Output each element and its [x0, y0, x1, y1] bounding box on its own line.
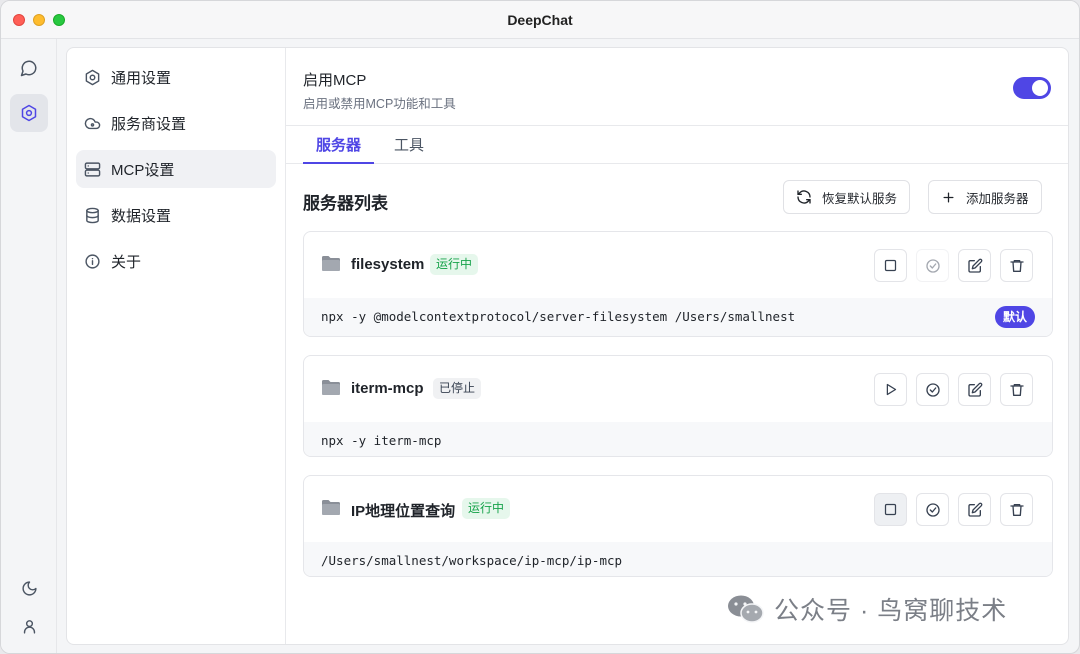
server-list-title: 服务器列表: [303, 194, 388, 213]
server-card-header: filesystem 运行中: [304, 232, 1052, 298]
check-circle-icon: [925, 502, 940, 517]
add-server-label: 添加服务器: [966, 191, 1029, 206]
server-name: iterm-mcp: [351, 380, 424, 397]
sidebar-item-label: 服务商设置: [111, 115, 187, 133]
sidebar-item-about[interactable]: 关于: [76, 242, 276, 280]
server-command-text: /Users/smallnest/workspace/ip-mcp/ip-mcp: [321, 553, 623, 568]
mcp-enable-description: 启用或禁用MCP功能和工具: [303, 97, 456, 111]
folder-icon: [322, 380, 340, 395]
stop-server-button[interactable]: [874, 249, 907, 282]
add-server-button[interactable]: 添加服务器: [928, 180, 1042, 214]
sidebar-item-mcp[interactable]: MCP设置: [76, 150, 276, 188]
tab-servers[interactable]: 服务器: [303, 134, 375, 164]
trash-icon: [1009, 383, 1024, 396]
delete-server-button[interactable]: [1000, 493, 1033, 526]
square-icon: [884, 503, 897, 516]
chat-nav-button[interactable]: [10, 49, 48, 87]
square-icon: [884, 259, 897, 272]
server-command-text: npx -y iterm-mcp: [321, 433, 442, 448]
start-server-button[interactable]: [874, 373, 907, 406]
check-circle-icon: [925, 382, 940, 397]
status-badge: 运行中: [430, 254, 479, 275]
settings-panel: 通用设置 服务商设置 MCP设置 数据设置 关于 启用MCP 启用或禁用MCP功…: [66, 47, 1069, 645]
sidebar-item-data[interactable]: 数据设置: [76, 196, 276, 234]
set-default-button[interactable]: [916, 493, 949, 526]
gear-icon: [85, 69, 100, 85]
watermark: 公众号 · 鸟窝聊技术: [726, 591, 1007, 627]
mcp-enable-toggle[interactable]: [1013, 77, 1051, 99]
mcp-settings-content: 启用MCP 启用或禁用MCP功能和工具 服务器 工具 服务器列表 恢复默认服务 …: [286, 48, 1068, 644]
server-card-iterm-mcp: iterm-mcp 已停止 npx -y iterm-mcp: [303, 355, 1053, 457]
server-card-header: IP地理位置查询 运行中: [304, 476, 1052, 542]
mcp-enable-title: 启用MCP: [303, 72, 367, 89]
mcp-tabs: 服务器 工具: [286, 126, 1068, 164]
sidebar-item-label: MCP设置: [111, 161, 175, 179]
edit-server-button[interactable]: [958, 249, 991, 282]
server-command: npx -y iterm-mcp: [304, 422, 1052, 456]
server-icon: [84, 161, 101, 177]
profile-button[interactable]: [10, 607, 48, 645]
moon-icon: [21, 580, 37, 596]
window-title: DeepChat: [507, 12, 573, 28]
set-default-button[interactable]: [916, 373, 949, 406]
folder-icon: [322, 256, 340, 271]
settings-nav-button[interactable]: [10, 94, 48, 132]
server-card-header: iterm-mcp 已停止: [304, 356, 1052, 422]
play-icon: [886, 383, 897, 396]
stop-server-button[interactable]: [874, 493, 907, 526]
server-card-ip-geolocation: IP地理位置查询 运行中 /Users/smallnest/workspace/…: [303, 475, 1053, 577]
delete-server-button[interactable]: [1000, 373, 1033, 406]
wechat-icon: [728, 595, 764, 623]
cloud-icon: [84, 117, 101, 129]
server-name: filesystem: [351, 256, 425, 273]
app-window: DeepChat 通用设置 服务商设置 MCP设置 数据设置 关于 启用MCP …: [0, 0, 1080, 654]
delete-server-button[interactable]: [1000, 249, 1033, 282]
user-icon: [23, 619, 35, 634]
chat-icon: [20, 60, 37, 77]
server-command-text: npx -y @modelcontextprotocol/server-file…: [321, 309, 796, 324]
sidebar-item-label: 通用设置: [111, 69, 172, 87]
status-badge: 运行中: [462, 498, 511, 519]
edit-server-button[interactable]: [958, 493, 991, 526]
restore-defaults-button[interactable]: 恢复默认服务: [783, 180, 911, 214]
info-icon: [85, 253, 100, 269]
check-circle-icon: [925, 258, 940, 273]
edit-icon: [967, 502, 982, 517]
status-badge: 已停止: [433, 378, 482, 399]
database-icon: [86, 207, 99, 223]
sidebar-item-label: 关于: [111, 253, 142, 271]
trash-icon: [1009, 259, 1024, 272]
edit-icon: [967, 258, 982, 273]
title-bar: DeepChat: [1, 1, 1079, 39]
edit-icon: [967, 382, 982, 397]
restore-defaults-label: 恢复默认服务: [822, 191, 898, 206]
mcp-enable-section: 启用MCP 启用或禁用MCP功能和工具: [286, 48, 1068, 126]
tab-tools[interactable]: 工具: [394, 134, 424, 164]
icon-rail: [1, 39, 57, 653]
server-name: IP地理位置查询: [351, 503, 456, 520]
watermark-text: 公众号 · 鸟窝聊技术: [774, 597, 1008, 625]
settings-sidebar: 通用设置 服务商设置 MCP设置 数据设置 关于: [67, 48, 286, 644]
server-command: /Users/smallnest/workspace/ip-mcp/ip-mcp: [304, 542, 1052, 576]
refresh-icon: [797, 190, 811, 204]
sidebar-item-label: 数据设置: [111, 207, 172, 225]
edit-server-button[interactable]: [958, 373, 991, 406]
set-default-button[interactable]: [916, 249, 949, 282]
gear-icon: [21, 104, 37, 122]
trash-icon: [1009, 503, 1024, 516]
folder-icon: [322, 500, 340, 515]
sidebar-item-general[interactable]: 通用设置: [76, 58, 276, 96]
server-card-filesystem: filesystem 运行中 npx -y @modelcontextproto…: [303, 231, 1053, 337]
sidebar-item-providers[interactable]: 服务商设置: [76, 104, 276, 142]
server-command: npx -y @modelcontextprotocol/server-file…: [304, 298, 1052, 336]
default-badge: 默认: [994, 306, 1035, 328]
plus-icon: [943, 192, 954, 202]
theme-toggle-button[interactable]: [10, 569, 48, 607]
